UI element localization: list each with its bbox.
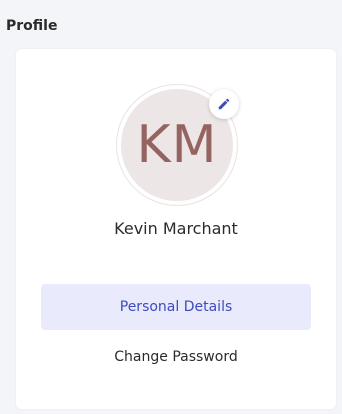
profile-card: KM Kevin Marchant Personal Details Chang…: [16, 49, 336, 409]
personal-details-button[interactable]: Personal Details: [41, 284, 311, 330]
change-password-label: Change Password: [114, 349, 238, 365]
section-title: Profile: [6, 18, 58, 34]
personal-details-label: Personal Details: [119, 299, 233, 315]
avatar-initials: KM: [136, 115, 218, 175]
profile-name: Kevin Marchant: [114, 219, 238, 238]
pencil-icon: [218, 98, 230, 110]
change-password-button[interactable]: Change Password: [41, 334, 311, 380]
profile-page: Profile KM Kevin Marchant Personal Detai…: [0, 0, 342, 414]
edit-avatar-button[interactable]: [209, 89, 239, 119]
avatar-container: KM: [117, 85, 239, 205]
